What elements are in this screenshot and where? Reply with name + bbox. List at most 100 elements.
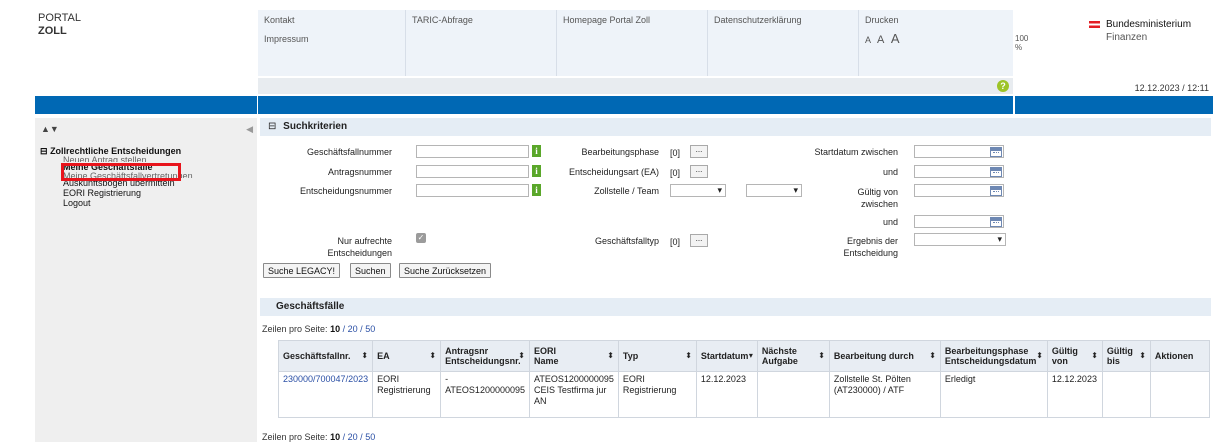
pager-bottom: Zeilen pro Seite: 10 / 20 / 50 [262,432,375,442]
sidebar-collapse-icon[interactable]: ◀ [246,124,253,135]
portal-logo[interactable]: PORTAL ZOLL [38,12,81,38]
col-gueltig-von[interactable]: Gültig von ⬍ [1046,340,1103,372]
pager-separator: / [360,324,363,334]
typ-select-button[interactable]: ... [690,234,708,247]
sidebar: ▲▼ ◀ ⊟ Zollrechtliche Entscheidungen Neu… [35,118,257,442]
phase-select-button[interactable]: ... [690,145,708,158]
sidebar-root[interactable]: ⊟ Zollrechtliche Entscheidungen [40,146,193,156]
col-startdatum[interactable]: Startdatum ▾ [695,340,758,372]
search-panel-header[interactable]: ⊟ Suchkriterien [260,118,1211,136]
nur-aufrechte-checkbox[interactable]: ✓ [416,233,426,243]
col-gueltig-bis[interactable]: Gültig bis ⬍ [1101,340,1151,372]
col-antragsnr-label: Antragsnr [445,346,489,356]
pager-10[interactable]: 10 [330,432,340,442]
datenschutz-link[interactable]: Datenschutzerklärung [714,15,802,25]
sort-icon[interactable]: ⬍ [929,351,936,361]
antragsnummer-info-icon[interactable]: i [532,165,541,177]
top-nav: Kontakt Impressum TARIC-Abfrage Homepage… [258,10,1028,76]
entscheidungsnummer-info-icon[interactable]: i [532,184,541,196]
font-medium-button[interactable]: A [877,34,886,46]
col-eori[interactable]: EORI Name ⬍ [529,340,619,372]
label-nur-aufrechte-line1: Nur aufrechte [337,236,392,246]
cell-name-value: CEIS Testfirma jur AN [534,385,607,406]
col-gueltig-label: Gültig [1051,346,1078,356]
sort-icon[interactable]: ⬍ [1036,351,1043,361]
pager-label: Zeilen pro Seite: [262,324,328,334]
cell-phase: Erledigt [939,371,1048,418]
blue-bar-center [258,96,1013,114]
cell-bearbeitung: Zollstelle St. Pölten (AT230000) / ATF [828,371,941,418]
tree-toggle-icon[interactable]: ⊟ [40,146,48,156]
sort-desc-icon[interactable]: ▾ [749,351,753,361]
sidebar-item-logout[interactable]: Logout [63,198,193,208]
sort-icon[interactable]: ⬍ [1139,351,1146,361]
pager-20[interactable]: 20 [348,432,358,442]
suche-legacy-button[interactable]: Suche LEGACY! [263,263,341,278]
col-ea-label: EA [377,351,390,361]
col-entscheidungsnr-label: Entscheidungsnr. [445,356,521,366]
pager-10[interactable]: 10 [330,324,340,334]
fallnummer-info-icon[interactable]: i [532,145,541,157]
pager-50[interactable]: 50 [365,432,375,442]
kontakt-link[interactable]: Kontakt [264,15,295,25]
font-small-button[interactable]: A [865,35,873,45]
impressum-link[interactable]: Impressum [264,34,399,44]
austria-flag-icon [1089,20,1100,28]
calendar-icon[interactable] [990,186,1002,196]
drucken-link[interactable]: Drucken [865,15,899,25]
blue-bar-right [1015,96,1213,114]
col-phase[interactable]: Bearbeitungsphase Entscheidungsdatum ⬍ [939,340,1048,372]
col-fallnr[interactable]: Geschäftsfallnr. ⬍ [277,340,374,372]
collapse-icon[interactable]: ⊟ [268,121,276,132]
fallnummer-input[interactable] [416,145,529,158]
cell-entscheidungsnr-value: ATEOS1200000095 [445,385,525,395]
table-header-row: Geschäftsfallnr. ⬍ EA ⬍ Antragsnr Entscheid… [277,340,1211,372]
sidebar-sort-icon[interactable]: ▲▼ [41,124,59,134]
zollstelle-select[interactable] [670,184,726,197]
pager-separator: / [342,324,346,334]
sort-icon[interactable]: ⬍ [518,351,525,361]
pager-50[interactable]: 50 [365,324,375,334]
cell-fallnr[interactable]: 230000/700047/2023 [277,371,374,418]
calendar-icon[interactable] [990,147,1002,157]
col-gueltig-label: Gültig [1106,346,1133,356]
sidebar-root-label: Zollrechtliche Entscheidungen [50,146,182,156]
ergebnis-select[interactable] [914,233,1006,246]
col-bearbeitung[interactable]: Bearbeitung durch ⬍ [828,340,941,372]
col-ea[interactable]: EA ⬍ [372,340,442,372]
col-typ[interactable]: Typ ⬍ [617,340,697,372]
cell-gueltig-bis [1101,371,1151,418]
cell-typ-line2: Registrierung [622,385,677,395]
col-aktionen: Aktionen [1149,340,1211,372]
pager-20[interactable]: 20 [348,324,358,334]
calendar-icon[interactable] [990,217,1002,227]
label-startdatum: Startdatum zwischen [814,147,898,157]
sort-icon[interactable]: ⬍ [1091,351,1098,361]
sort-icon[interactable]: ⬍ [818,351,825,361]
results-table: Geschäftsfallnr. ⬍ EA ⬍ Antragsnr Entscheid… [277,340,1211,418]
typ-count: [0] [670,237,681,247]
cell-startdatum: 12.12.2023 [695,371,758,418]
brand-line1: Bundesministerium [1106,19,1192,30]
help-icon[interactable]: ? [997,80,1009,92]
col-naechste-aufgabe[interactable]: Nächste Aufgabe ⬍ [756,340,830,372]
sort-icon[interactable]: ⬍ [607,351,614,361]
ea-select-button[interactable]: ... [690,165,708,178]
taric-link[interactable]: TARIC-Abfrage [412,15,473,25]
homepage-link[interactable]: Homepage Portal Zoll [563,15,650,25]
suchen-button[interactable]: Suchen [350,263,391,278]
col-naechste-label: Nächste [761,346,797,356]
cell-aktionen [1149,371,1211,418]
table-row[interactable]: 230000/700047/2023 EORI Registrierung - AT… [277,371,1211,418]
sort-icon[interactable]: ⬍ [429,351,436,361]
font-large-button[interactable]: A [891,31,902,46]
sort-icon[interactable]: ⬍ [361,351,368,361]
sidebar-item-eori[interactable]: EORI Registrierung [63,188,193,198]
col-antragsnr[interactable]: Antragsnr Entscheidungsnr. ⬍ [440,340,530,372]
calendar-icon[interactable] [990,167,1002,177]
entscheidungsnummer-input[interactable] [416,184,529,197]
suche-zuruecksetzen-button[interactable]: Suche Zurücksetzen [399,263,492,278]
label-ergebnis-line2: Entscheidung [843,248,898,258]
antragsnummer-input[interactable] [416,165,529,178]
sort-icon[interactable]: ⬍ [685,351,692,361]
